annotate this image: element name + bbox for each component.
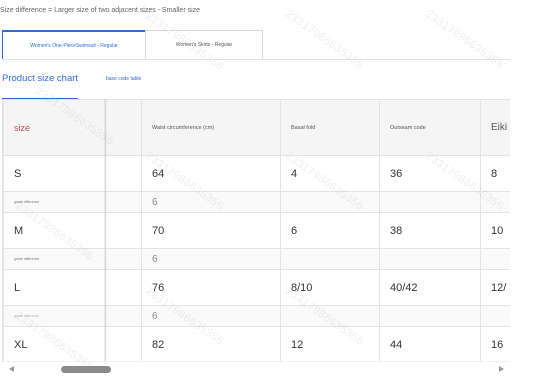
scrollbar-thumb[interactable] [61,366,111,373]
basal-fold-diff-cell [280,305,380,327]
basal-fold-cell: 6 [280,212,380,249]
tab-womens-one-piece-swimsuit[interactable]: Women's One-PieceSwimsuit - Regular [2,30,146,60]
table-row: S 64 4 36 8 [3,155,510,192]
basal-fold-cell: 12 [280,326,380,361]
waist-cell: 76 [141,269,281,306]
table-row: M 70 6 38 10 [3,212,510,249]
column-header-size: size [3,99,106,156]
blank-cell [105,326,142,361]
grade-difference-row: grade difference 6 [3,305,510,327]
eiki-cell: 8 [480,155,510,192]
horizontal-scrollbar[interactable] [2,361,510,376]
grade-difference-row: grade difference 6 [3,248,510,270]
column-header-outseam: Outseam code [379,99,481,156]
size-cell: L [3,269,106,306]
size-cell: XL [3,326,106,361]
eiki-diff-cell [480,305,510,327]
blank-cell [105,191,142,213]
tab-divider [2,59,510,60]
outseam-cell: 36 [379,155,481,192]
size-difference-note: Size difference = Larger size of two adj… [0,7,201,14]
waist-diff-cell: 6 [141,305,281,327]
grade-difference-row: grade difference 6 [3,191,510,213]
base-code-table-link[interactable]: base code table [106,76,141,82]
blank-cell [105,305,142,327]
column-header-basal-fold: Basal fold [280,99,380,156]
eiki-cell: 16 [480,326,510,361]
outseam-cell: 40/42 [379,269,481,306]
blank-cell [105,212,142,249]
watermark-text: 23317986635356 [423,8,506,71]
size-table-container[interactable]: size Waist circumference (cm) Basal fold… [2,99,510,361]
basal-fold-diff-cell [280,191,380,213]
watermark-text: 23317986635356 [283,8,366,71]
outseam-diff-cell [379,191,481,213]
product-tabs: Women's One-PieceSwimsuit - Regular Wome… [2,30,263,60]
blank-cell [105,155,142,192]
tab-womens-skirts[interactable]: Women's Skirts - Regular [145,30,263,60]
column-header-blank [105,99,142,156]
outseam-diff-cell [379,248,481,270]
outseam-diff-cell [379,305,481,327]
column-header-waist: Waist circumference (cm) [141,99,281,156]
waist-diff-cell: 6 [141,191,281,213]
waist-cell: 82 [141,326,281,361]
size-cell: M [3,212,106,249]
outseam-cell: 44 [379,326,481,361]
scroll-left-arrow-icon[interactable] [9,366,14,372]
table-header-row: size Waist circumference (cm) Basal fold… [3,99,510,156]
eiki-diff-cell [480,191,510,213]
eiki-cell: 10 [480,212,510,249]
waist-diff-cell: 6 [141,248,281,270]
grade-difference-label: grade difference [3,191,106,213]
grade-difference-label: grade difference [3,248,106,270]
scroll-right-arrow-icon[interactable] [499,366,504,372]
size-cell: S [3,155,106,192]
eiki-cell: 12/ [480,269,510,306]
outseam-cell: 38 [379,212,481,249]
column-header-eiki: Eiki [480,99,510,156]
product-size-chart-tab[interactable]: Product size chart [2,73,79,100]
table-row: L 76 8/10 40/42 12/ [3,269,510,306]
basal-fold-diff-cell [280,248,380,270]
basal-fold-cell: 4 [280,155,380,192]
waist-cell: 64 [141,155,281,192]
blank-cell [105,248,142,270]
grade-difference-label: grade difference [3,305,106,327]
eiki-diff-cell [480,248,510,270]
blank-cell [105,269,142,306]
table-row: XL 82 12 44 16 [3,326,510,361]
basal-fold-cell: 8/10 [280,269,380,306]
size-table: size Waist circumference (cm) Basal fold… [3,99,510,361]
chart-subnav: Product size chart base code table [2,70,510,100]
waist-cell: 70 [141,212,281,249]
